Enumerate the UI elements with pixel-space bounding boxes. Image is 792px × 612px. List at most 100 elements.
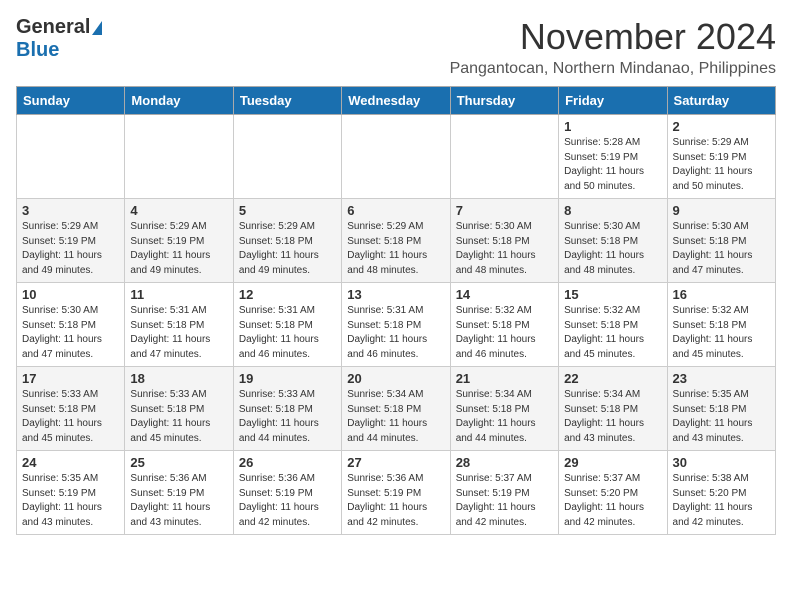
calendar-header: SundayMondayTuesdayWednesdayThursdayFrid… [17,87,776,115]
weekday-header-wednesday: Wednesday [342,87,450,115]
weekday-header-monday: Monday [125,87,233,115]
day-info: Sunrise: 5:32 AMSunset: 5:18 PMDaylight:… [456,304,553,362]
day-number: 21 [456,371,553,386]
calendar-cell: 16 Sunrise: 5:32 AMSunset: 5:18 PMDayligh… [667,283,775,367]
day-number: 6 [347,203,444,218]
weekday-header-friday: Friday [559,87,667,115]
logo-general: General [16,16,90,39]
day-number: 20 [347,371,444,386]
calendar-cell: 19Sunrise: 5:33 AMSunset: 5:18 PMDayligh… [233,367,341,451]
calendar-cell: 7 Sunrise: 5:30 AMSunset: 5:18 PMDaylight… [450,199,558,283]
day-number: 9 [673,203,770,218]
title-block: November 2024 Pangantocan, Northern Mind… [450,16,776,78]
calendar-cell: 4Sunrise: 5:29 AMSunset: 5:19 PMDaylight… [125,199,233,283]
weekday-header-thursday: Thursday [450,87,558,115]
day-number: 11 [130,287,227,302]
day-info: Sunrise: 5:35 AMSunset: 5:19 PMDaylight:… [22,472,119,530]
calendar-cell: 17Sunrise: 5:33 AMSunset: 5:18 PMDayligh… [17,367,125,451]
day-info: Sunrise: 5:33 AMSunset: 5:18 PMDaylight:… [239,388,336,446]
calendar-cell: 26 Sunrise: 5:36 AMSunset: 5:19 PMDayligh… [233,451,341,535]
day-info: Sunrise: 5:29 AMSunset: 5:18 PMDaylight:… [347,220,444,278]
weekday-header-sunday: Sunday [17,87,125,115]
month-title: November 2024 [450,16,776,58]
day-number: 7 [456,203,553,218]
logo-arrow-icon [92,21,102,35]
day-info: Sunrise: 5:35 AMSunset: 5:18 PMDaylight:… [673,388,770,446]
day-info: Sunrise: 5:36 AMSunset: 5:19 PMDaylight:… [239,472,336,530]
calendar-cell [233,115,341,199]
calendar-cell: 9 Sunrise: 5:30 AMSunset: 5:18 PMDaylight… [667,199,775,283]
calendar-cell: 25 Sunrise: 5:36 AMSunset: 5:19 PMDayligh… [125,451,233,535]
day-number: 14 [456,287,553,302]
calendar-cell: 30Sunrise: 5:38 AMSunset: 5:20 PMDayligh… [667,451,775,535]
day-info: Sunrise: 5:34 AMSunset: 5:18 PMDaylight:… [564,388,661,446]
calendar-cell [17,115,125,199]
day-info: Sunrise: 5:34 AMSunset: 5:18 PMDaylight:… [347,388,444,446]
calendar-week-1: 1Sunrise: 5:28 AMSunset: 5:19 PMDaylight… [17,115,776,199]
day-number: 16 [673,287,770,302]
day-number: 3 [22,203,119,218]
day-info: Sunrise: 5:31 AMSunset: 5:18 PMDaylight:… [347,304,444,362]
calendar-week-3: 10 Sunrise: 5:30 AMSunset: 5:18 PMDayligh… [17,283,776,367]
day-info: Sunrise: 5:33 AMSunset: 5:18 PMDaylight:… [22,388,119,446]
day-info: Sunrise: 5:28 AMSunset: 5:19 PMDaylight:… [564,136,661,194]
calendar-cell: 18Sunrise: 5:33 AMSunset: 5:18 PMDayligh… [125,367,233,451]
day-number: 28 [456,455,553,470]
calendar-cell: 10 Sunrise: 5:30 AMSunset: 5:18 PMDayligh… [17,283,125,367]
day-info: Sunrise: 5:31 AMSunset: 5:18 PMDaylight:… [130,304,227,362]
calendar-week-2: 3 Sunrise: 5:29 AMSunset: 5:19 PMDaylight… [17,199,776,283]
day-number: 15 [564,287,661,302]
weekday-header-saturday: Saturday [667,87,775,115]
calendar-cell [342,115,450,199]
calendar-cell: 5Sunrise: 5:29 AMSunset: 5:18 PMDaylight… [233,199,341,283]
calendar-cell: 1Sunrise: 5:28 AMSunset: 5:19 PMDaylight… [559,115,667,199]
day-number: 5 [239,203,336,218]
day-info: Sunrise: 5:32 AMSunset: 5:18 PMDaylight:… [564,304,661,362]
day-number: 18 [130,371,227,386]
weekday-header-tuesday: Tuesday [233,87,341,115]
day-number: 25 [130,455,227,470]
day-number: 12 [239,287,336,302]
calendar-cell: 6 Sunrise: 5:29 AMSunset: 5:18 PMDaylight… [342,199,450,283]
day-info: Sunrise: 5:30 AMSunset: 5:18 PMDaylight:… [673,220,770,278]
day-info: Sunrise: 5:37 AMSunset: 5:19 PMDaylight:… [456,472,553,530]
calendar-cell: 3 Sunrise: 5:29 AMSunset: 5:19 PMDaylight… [17,199,125,283]
day-info: Sunrise: 5:30 AMSunset: 5:18 PMDaylight:… [22,304,119,362]
day-info: Sunrise: 5:32 AMSunset: 5:18 PMDaylight:… [673,304,770,362]
calendar-cell: 13 Sunrise: 5:31 AMSunset: 5:18 PMDayligh… [342,283,450,367]
day-info: Sunrise: 5:29 AMSunset: 5:19 PMDaylight:… [22,220,119,278]
calendar-cell: 12 Sunrise: 5:31 AMSunset: 5:18 PMDayligh… [233,283,341,367]
day-info: Sunrise: 5:29 AMSunset: 5:19 PMDaylight:… [673,136,770,194]
day-info: Sunrise: 5:36 AMSunset: 5:19 PMDaylight:… [347,472,444,530]
day-number: 13 [347,287,444,302]
calendar-week-5: 24Sunrise: 5:35 AMSunset: 5:19 PMDayligh… [17,451,776,535]
day-info: Sunrise: 5:37 AMSunset: 5:20 PMDaylight:… [564,472,661,530]
calendar-cell [450,115,558,199]
day-number: 26 [239,455,336,470]
calendar-table: SundayMondayTuesdayWednesdayThursdayFrid… [16,86,776,535]
calendar-cell: 15 Sunrise: 5:32 AMSunset: 5:18 PMDayligh… [559,283,667,367]
day-info: Sunrise: 5:38 AMSunset: 5:20 PMDaylight:… [673,472,770,530]
day-number: 8 [564,203,661,218]
day-info: Sunrise: 5:34 AMSunset: 5:18 PMDaylight:… [456,388,553,446]
day-info: Sunrise: 5:30 AMSunset: 5:18 PMDaylight:… [564,220,661,278]
calendar-cell: 8 Sunrise: 5:30 AMSunset: 5:18 PMDaylight… [559,199,667,283]
calendar-cell: 21 Sunrise: 5:34 AMSunset: 5:18 PMDayligh… [450,367,558,451]
day-info: Sunrise: 5:30 AMSunset: 5:18 PMDaylight:… [456,220,553,278]
calendar-cell: 28 Sunrise: 5:37 AMSunset: 5:19 PMDayligh… [450,451,558,535]
calendar-cell: 27 Sunrise: 5:36 AMSunset: 5:19 PMDayligh… [342,451,450,535]
day-number: 27 [347,455,444,470]
day-number: 2 [673,119,770,134]
calendar-cell: 11 Sunrise: 5:31 AMSunset: 5:18 PMDayligh… [125,283,233,367]
logo-blue: Blue [16,39,59,61]
day-number: 22 [564,371,661,386]
day-info: Sunrise: 5:36 AMSunset: 5:19 PMDaylight:… [130,472,227,530]
calendar-cell: 22 Sunrise: 5:34 AMSunset: 5:18 PMDayligh… [559,367,667,451]
day-info: Sunrise: 5:31 AMSunset: 5:18 PMDaylight:… [239,304,336,362]
calendar-cell [125,115,233,199]
calendar-cell: 14 Sunrise: 5:32 AMSunset: 5:18 PMDayligh… [450,283,558,367]
day-number: 4 [130,203,227,218]
page-header: General Blue November 2024 Pangantocan, … [16,16,776,78]
day-number: 29 [564,455,661,470]
day-number: 10 [22,287,119,302]
